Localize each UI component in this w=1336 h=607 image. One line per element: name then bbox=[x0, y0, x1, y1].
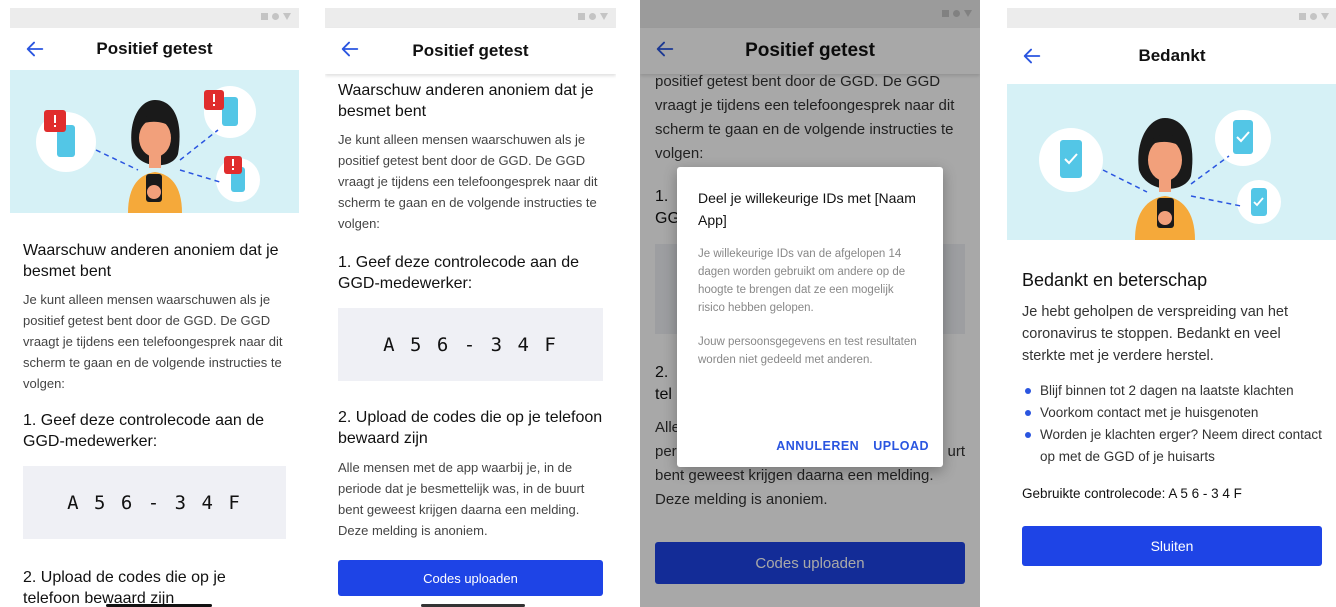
list-item: Blijf binnen tot 2 dagen na laatste klac… bbox=[1022, 380, 1322, 402]
close-button[interactable]: Sluiten bbox=[1022, 526, 1322, 566]
illustration-thanks bbox=[1007, 84, 1336, 240]
intro-text: Je kunt alleen mensen waarschuwen als je… bbox=[338, 132, 598, 231]
signal-icon bbox=[578, 13, 585, 20]
status-bar bbox=[1007, 8, 1336, 28]
wifi-icon bbox=[1310, 13, 1317, 20]
screen-positive-test-1: Positief getest Waarschuw anderen anonie… bbox=[10, 8, 299, 607]
page-title: Positief getest bbox=[96, 39, 213, 58]
status-bar bbox=[325, 8, 616, 28]
section-title: Waarschuw anderen anoniem dat je besmet … bbox=[23, 242, 279, 280]
list-item: Worden je klachten erger? Neem direct co… bbox=[1022, 424, 1322, 468]
page-title: Bedankt bbox=[1138, 46, 1206, 65]
battery-icon bbox=[283, 13, 291, 20]
thanks-text: Je hebt geholpen de verspreiding van het… bbox=[1022, 304, 1289, 364]
section-title: Waarschuw anderen anoniem dat je besmet … bbox=[338, 82, 594, 120]
upload-button[interactable]: UPLOAD bbox=[873, 439, 929, 453]
control-code: A 5 6 - 3 4 F bbox=[338, 308, 603, 381]
used-code-label: Gebruikte controlecode: A 5 6 - 3 4 F bbox=[1022, 486, 1242, 501]
upload-codes-button[interactable]: Codes uploaden bbox=[338, 560, 603, 596]
share-ids-dialog: Deel je willekeurige IDs met [Naam App] … bbox=[677, 167, 943, 467]
thanks-heading: Bedankt en beterschap bbox=[1022, 270, 1208, 290]
tips-list: Blijf binnen tot 2 dagen na laatste klac… bbox=[1022, 380, 1322, 468]
wifi-icon bbox=[272, 13, 279, 20]
back-arrow-icon[interactable] bbox=[24, 38, 46, 60]
step-1-title: 1. Geef deze controlecode aan de GGD-med… bbox=[23, 412, 265, 450]
step-2-title: 2. Upload de codes die op je telefoon be… bbox=[23, 569, 226, 607]
dialog-text-privacy: Jouw persoonsgegevens en test resultaten… bbox=[698, 336, 917, 366]
app-bar: Positief getest bbox=[325, 28, 616, 74]
screen-positive-test-dialog: Positief getest positief getest bent doo… bbox=[640, 0, 980, 607]
illustration-warning bbox=[10, 70, 299, 213]
back-arrow-icon[interactable] bbox=[1021, 45, 1043, 67]
step-2-text: Alle mensen met de app waarbij je, in de… bbox=[338, 460, 585, 538]
page-title: Positief getest bbox=[412, 41, 529, 60]
bullet-icon bbox=[1025, 388, 1031, 394]
wifi-icon bbox=[589, 13, 596, 20]
step-1-title: 1. Geef deze controlecode aan de GGD-med… bbox=[338, 254, 580, 292]
bullet-icon bbox=[1025, 432, 1031, 438]
screen-positive-test-2: Positief getest Waarschuw anderen anonie… bbox=[325, 8, 616, 607]
app-bar: Bedankt bbox=[1007, 28, 1336, 84]
back-arrow-icon[interactable] bbox=[339, 38, 361, 60]
intro-text: Je kunt alleen mensen waarschuwen als je… bbox=[23, 292, 283, 391]
control-code: A 5 6 - 3 4 F bbox=[23, 466, 286, 539]
battery-icon bbox=[1321, 13, 1329, 20]
list-item: Voorkom contact met je huisgenoten bbox=[1022, 402, 1322, 424]
signal-icon bbox=[261, 13, 268, 20]
battery-icon bbox=[600, 13, 608, 20]
step-2-title: 2. Upload de codes die op je telefoon be… bbox=[338, 409, 603, 447]
dialog-title: Deel je willekeurige IDs met [Naam App] bbox=[698, 190, 916, 228]
app-bar: Positief getest bbox=[10, 28, 299, 70]
screen-thanks: Bedankt Bedankt en beterschap Je hebt ge… bbox=[1007, 8, 1336, 607]
status-bar bbox=[10, 8, 299, 28]
signal-icon bbox=[1299, 13, 1306, 20]
dialog-text-ids: Je willekeurige IDs van de afgelopen 14 … bbox=[698, 248, 906, 314]
cancel-button[interactable]: ANNULEREN bbox=[776, 439, 859, 453]
bullet-icon bbox=[1025, 410, 1031, 416]
